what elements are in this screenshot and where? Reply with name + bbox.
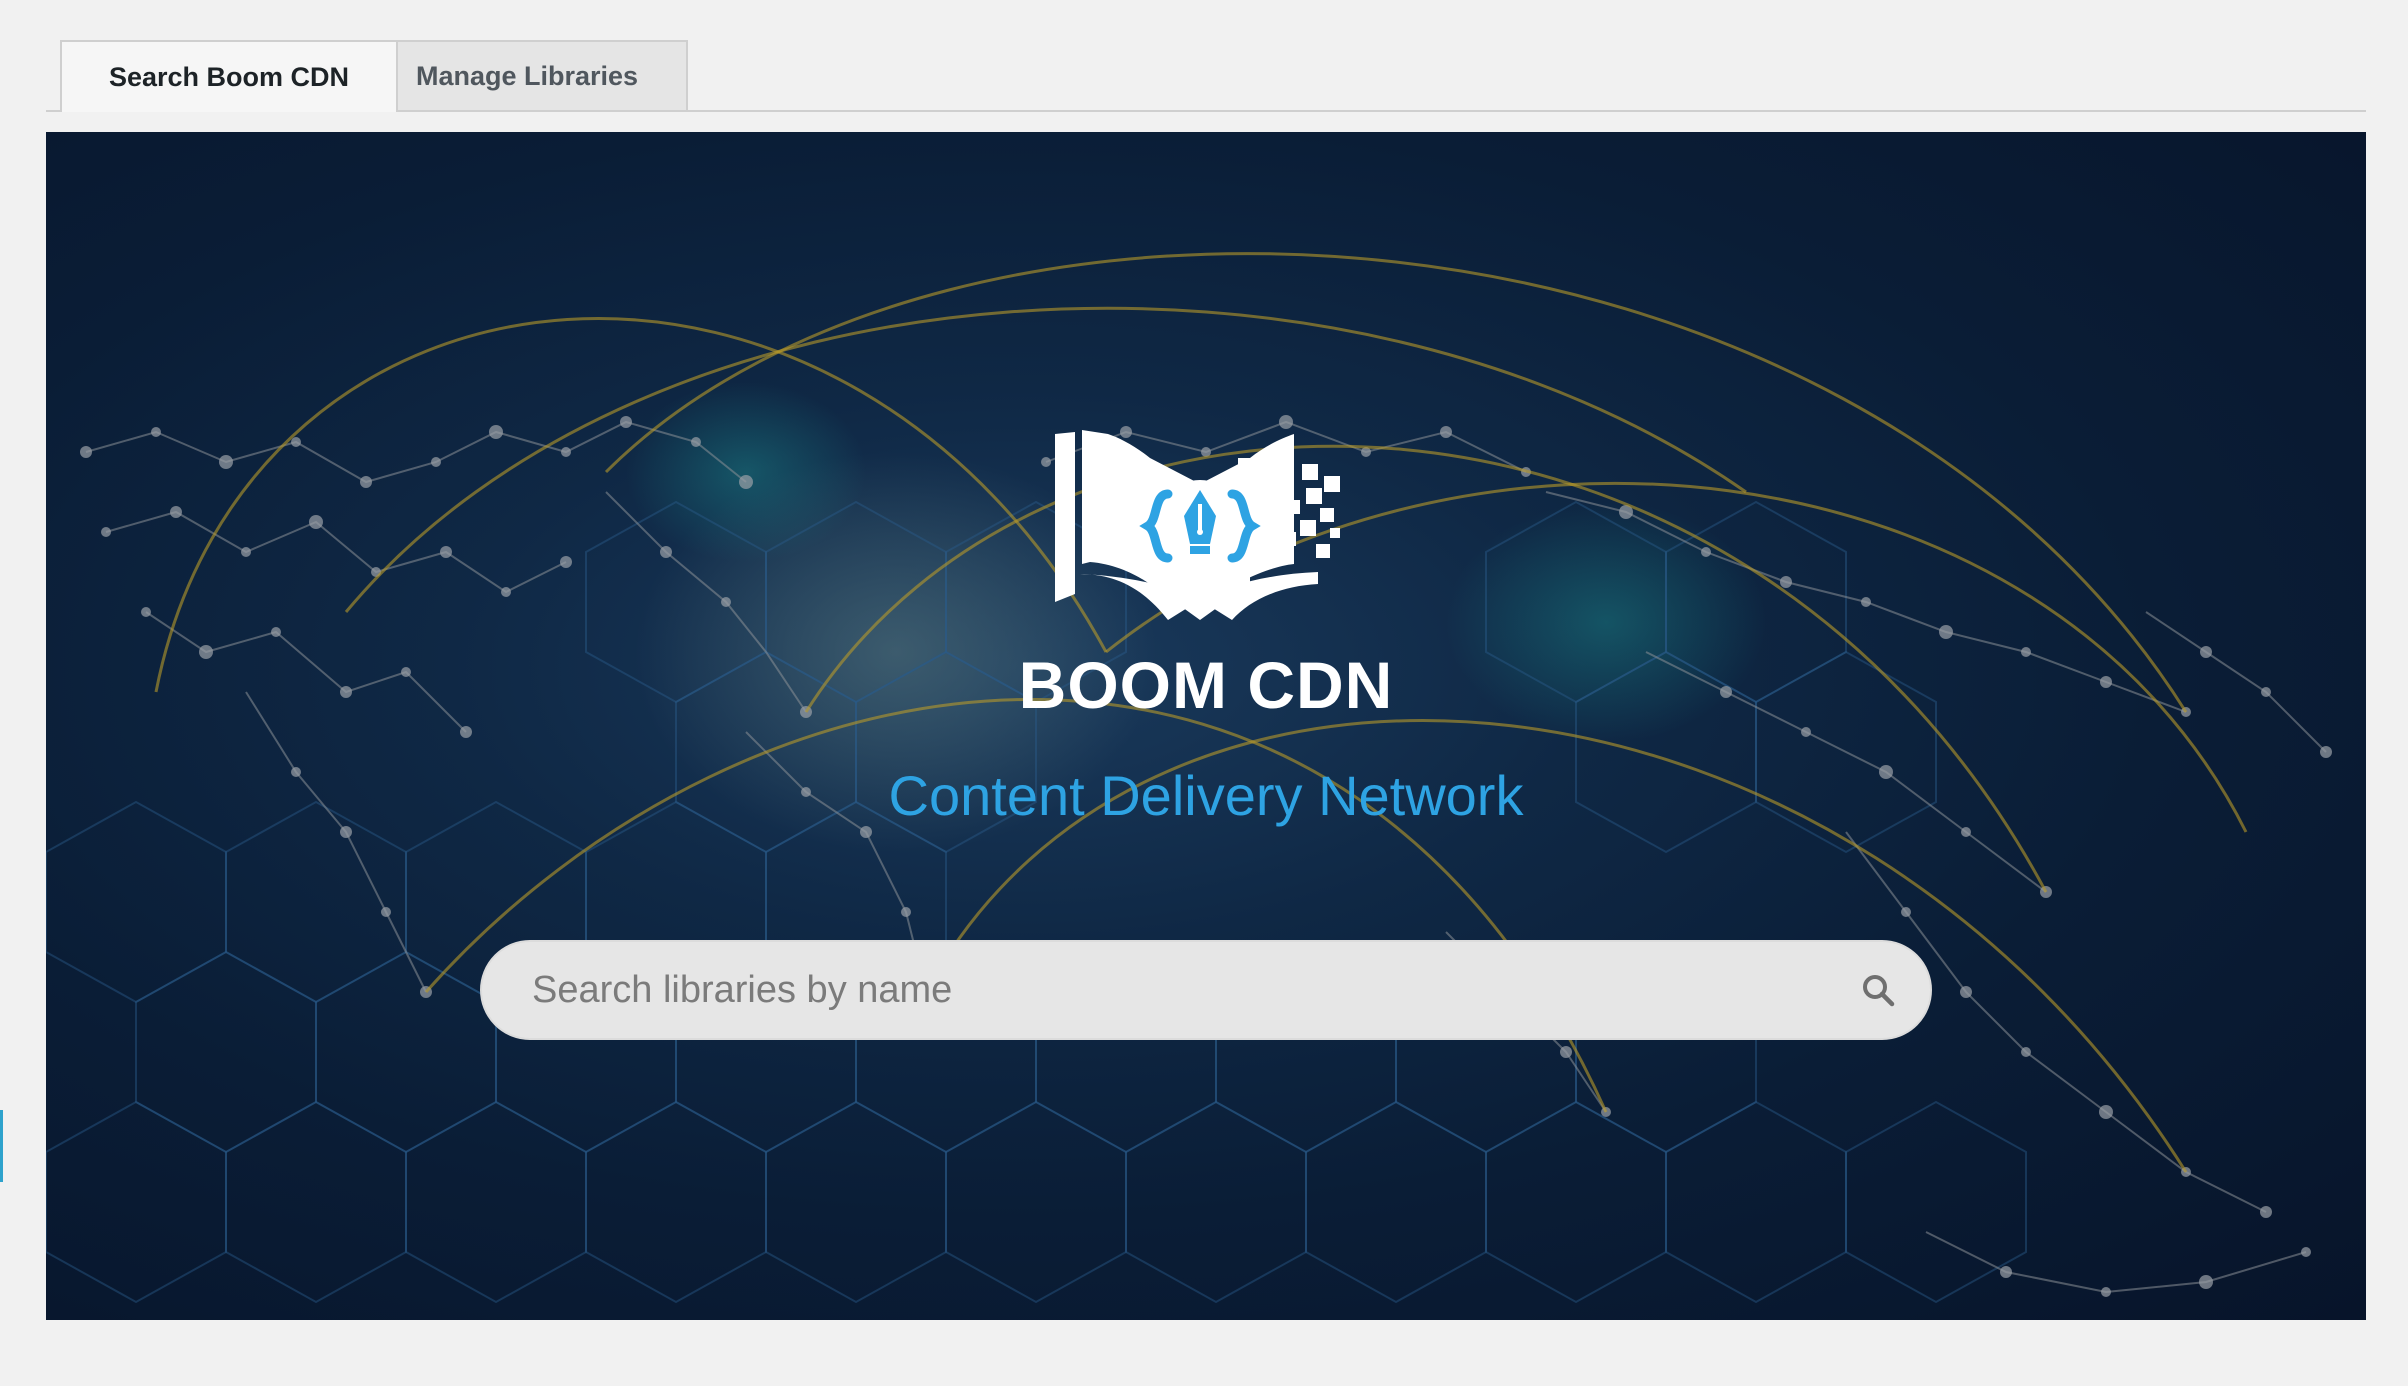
brand-name: BOOM CDN [1018, 648, 1394, 722]
brand-tagline: Content Delivery Network [888, 764, 1524, 827]
admin-page: Search Boom CDN Manage Libraries BOOM CD… [0, 0, 2408, 1386]
search-icon[interactable] [1860, 972, 1896, 1008]
world-network-background [46, 252, 2332, 1304]
hero-banner: BOOM CDN Content Delivery Network [46, 132, 2366, 1320]
library-search-box [480, 940, 1932, 1040]
boom-cdn-logo-icon [1055, 430, 1340, 620]
tab-manage-libraries[interactable]: Manage Libraries [366, 40, 688, 110]
library-search-input[interactable] [532, 942, 1832, 1038]
left-edge-indicator [0, 1110, 3, 1182]
tab-search-boom-cdn[interactable]: Search Boom CDN [60, 40, 398, 112]
tab-bar: Search Boom CDN Manage Libraries [46, 40, 2366, 112]
